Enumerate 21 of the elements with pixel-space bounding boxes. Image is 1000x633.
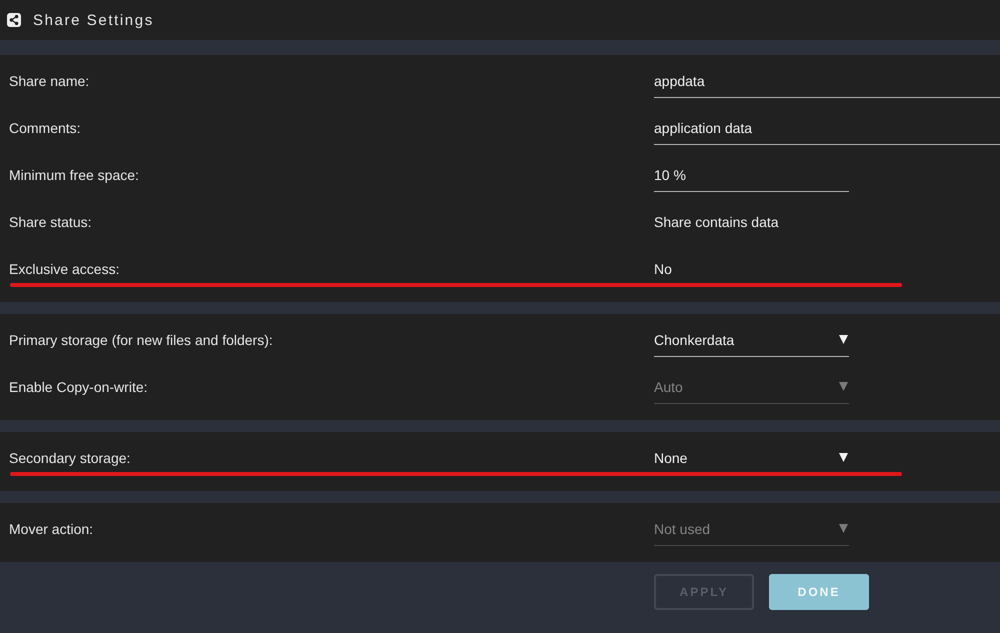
- text-field[interactable]: application data: [654, 112, 1000, 144]
- caret-icon: [839, 335, 848, 344]
- status-text: Share contains data: [654, 214, 779, 230]
- text-field[interactable]: 10 %: [654, 158, 849, 192]
- field-label: Share name:: [8, 72, 90, 88]
- status-text: No: [654, 260, 672, 276]
- field-label: Comments:: [8, 120, 82, 136]
- window-title: Share Settings: [33, 12, 154, 28]
- dropdown[interactable]: Chonkerdata: [654, 324, 849, 356]
- caret-icon: [839, 382, 848, 391]
- field-label: Share status:: [8, 214, 92, 230]
- caret-icon: [839, 524, 848, 533]
- field-label: Exclusive access:: [8, 260, 120, 276]
- caret-icon: [839, 453, 848, 462]
- text-field[interactable]: appdata: [654, 64, 1000, 98]
- field-label: Minimum free space:: [8, 166, 140, 182]
- field-label: Primary storage (for new files and folders):: [8, 332, 274, 348]
- field-label: Mover action:: [8, 520, 94, 536]
- field-label: Enable Copy-on-write:: [8, 378, 149, 394]
- field-label: Secondary storage:: [8, 450, 132, 466]
- share-icon: [7, 13, 21, 27]
